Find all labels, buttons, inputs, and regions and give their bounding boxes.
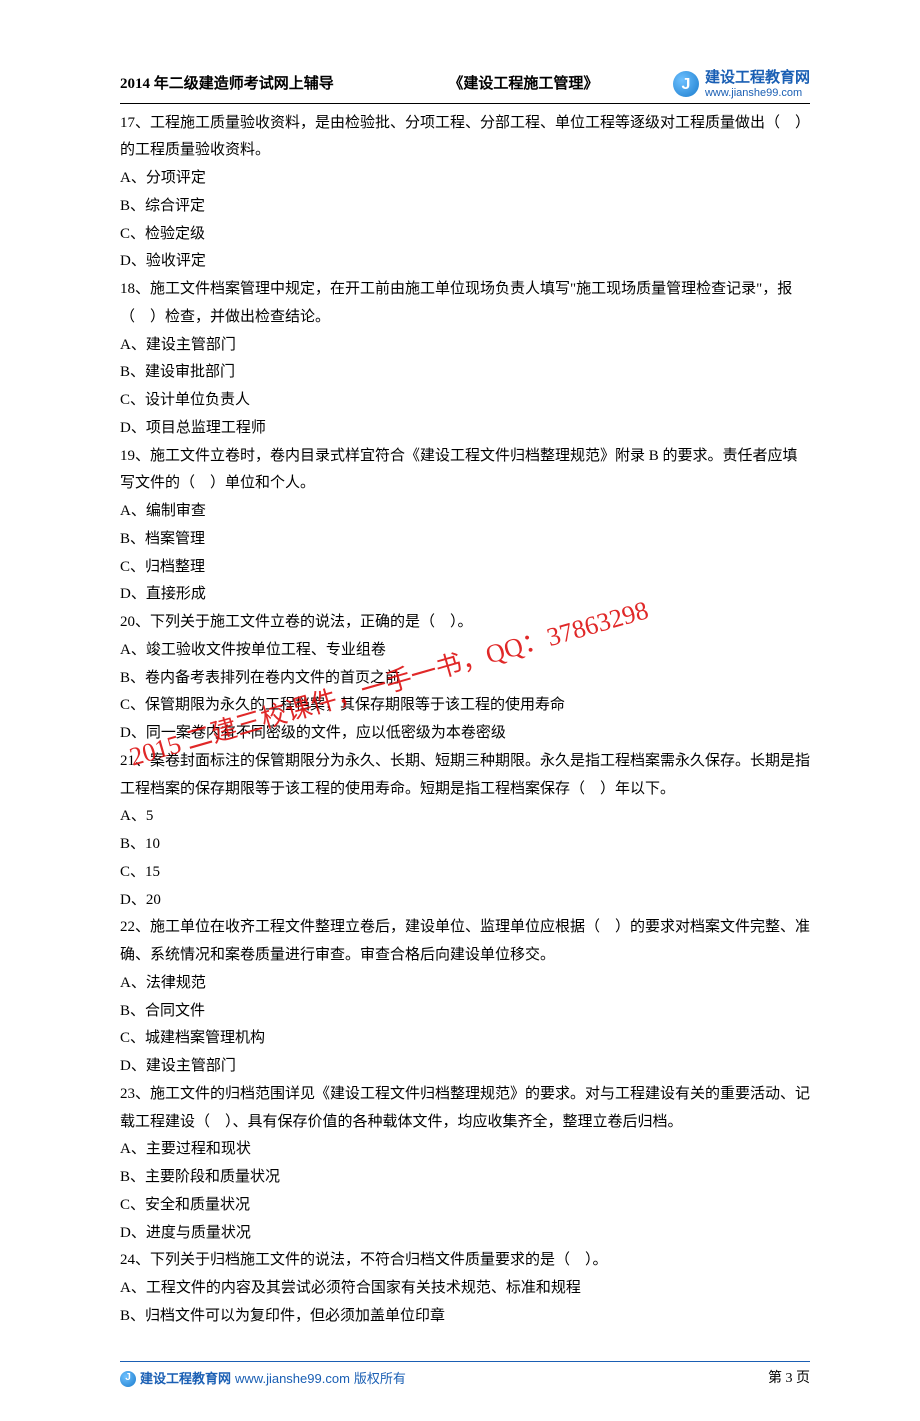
q17-opt-c: C、检验定级 [120, 221, 810, 249]
footer-brand: J 建设工程教育网 www.jianshe99.com 版权所有 [120, 1367, 406, 1391]
q22-opt-c: C、城建档案管理机构 [120, 1025, 810, 1053]
q21-opt-d: D、20 [120, 887, 810, 915]
q17-opt-a: A、分项评定 [120, 165, 810, 193]
footer-copyright: 版权所有 [354, 1367, 406, 1391]
page-footer: J 建设工程教育网 www.jianshe99.com 版权所有 第 3 页 [120, 1361, 810, 1392]
footer-url-text: www.jianshe99.com [235, 1367, 350, 1391]
q17-stem: 17、工程施工质量验收资料，是由检验批、分项工程、分部工程、单位工程等逐级对工程… [120, 110, 810, 166]
header-title-left: 2014 年二级建造师考试网上辅导 [120, 71, 334, 99]
q20-opt-c: C、保管期限为永久的工程档案，其保存期限等于该工程的使用寿命 [120, 692, 810, 720]
q19-stem: 19、施工文件立卷时，卷内目录式样宜符合《建设工程文件归档整理规范》附录 B 的… [120, 443, 810, 499]
q18-stem: 18、施工文件档案管理中规定，在开工前由施工单位现场负责人填写"施工现场质量管理… [120, 276, 810, 332]
q18-opt-d: D、项目总监理工程师 [120, 415, 810, 443]
q23-opt-a: A、主要过程和现状 [120, 1136, 810, 1164]
q19-opt-d: D、直接形成 [120, 581, 810, 609]
q23-opt-b: B、主要阶段和质量状况 [120, 1164, 810, 1192]
q24-opt-a: A、工程文件的内容及其尝试必须符合国家有关技术规范、标准和规程 [120, 1275, 810, 1303]
q22-opt-b: B、合同文件 [120, 998, 810, 1026]
q24-stem: 24、下列关于归档施工文件的说法，不符合归档文件质量要求的是（ ）。 [120, 1247, 810, 1275]
q18-opt-c: C、设计单位负责人 [120, 387, 810, 415]
q19-opt-a: A、编制审查 [120, 498, 810, 526]
footer-brand-text: 建设工程教育网 [140, 1367, 231, 1391]
header-title-mid: 《建设工程施工管理》 [448, 71, 598, 99]
q23-stem: 23、施工文件的归档范围详见《建设工程文件归档整理规范》的要求。对与工程建设有关… [120, 1081, 810, 1137]
q20-opt-d: D、同一案卷内有不同密级的文件，应以低密级为本卷密级 [120, 720, 810, 748]
q21-stem: 21、案卷封面标注的保管期限分为永久、长期、短期三种期限。永久是指工程档案需永久… [120, 748, 810, 804]
q23-opt-d: D、进度与质量状况 [120, 1220, 810, 1248]
site-logo: J 建设工程教育网 www.jianshe99.com [673, 70, 810, 99]
q18-opt-a: A、建设主管部门 [120, 332, 810, 360]
q21-opt-b: B、10 [120, 831, 810, 859]
q18-opt-b: B、建设审批部门 [120, 359, 810, 387]
page-header: 2014 年二级建造师考试网上辅导 《建设工程施工管理》 J 建设工程教育网 w… [120, 70, 810, 104]
logo-badge-icon: J [673, 71, 699, 97]
q22-opt-d: D、建设主管部门 [120, 1053, 810, 1081]
q20-stem: 20、下列关于施工文件立卷的说法，正确的是（ ）。 [120, 609, 810, 637]
q21-opt-a: A、5 [120, 803, 810, 831]
q22-opt-a: A、法律规范 [120, 970, 810, 998]
exam-content: 17、工程施工质量验收资料，是由检验批、分项工程、分部工程、单位工程等逐级对工程… [120, 110, 810, 1331]
q19-opt-b: B、档案管理 [120, 526, 810, 554]
logo-brand-text: 建设工程教育网 [705, 70, 810, 87]
q19-opt-c: C、归档整理 [120, 554, 810, 582]
q21-opt-c: C、15 [120, 859, 810, 887]
q20-opt-a: A、竣工验收文件按单位工程、专业组卷 [120, 637, 810, 665]
q24-opt-b: B、归档文件可以为复印件，但必须加盖单位印章 [120, 1303, 810, 1331]
page-number: 第 3 页 [768, 1366, 810, 1392]
footer-logo-icon: J [120, 1371, 136, 1387]
q20-opt-b: B、卷内备考表排列在卷内文件的首页之前 [120, 665, 810, 693]
logo-url-text: www.jianshe99.com [705, 87, 810, 99]
q17-opt-d: D、验收评定 [120, 248, 810, 276]
q23-opt-c: C、安全和质量状况 [120, 1192, 810, 1220]
q22-stem: 22、施工单位在收齐工程文件整理立卷后，建设单位、监理单位应根据（ ）的要求对档… [120, 914, 810, 970]
q17-opt-b: B、综合评定 [120, 193, 810, 221]
